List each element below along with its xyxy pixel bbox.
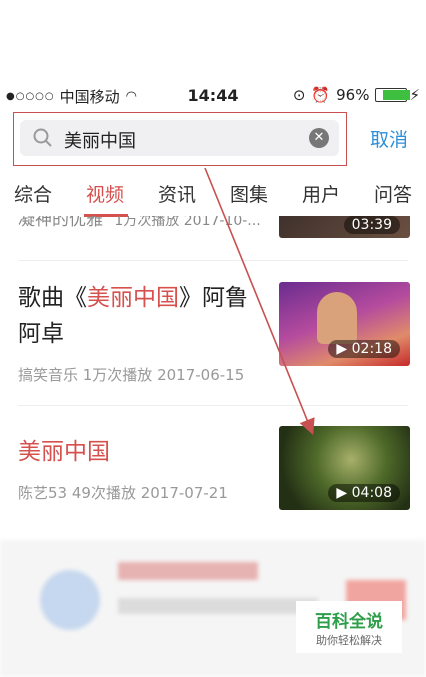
annotation-arrow [204, 167, 315, 435]
